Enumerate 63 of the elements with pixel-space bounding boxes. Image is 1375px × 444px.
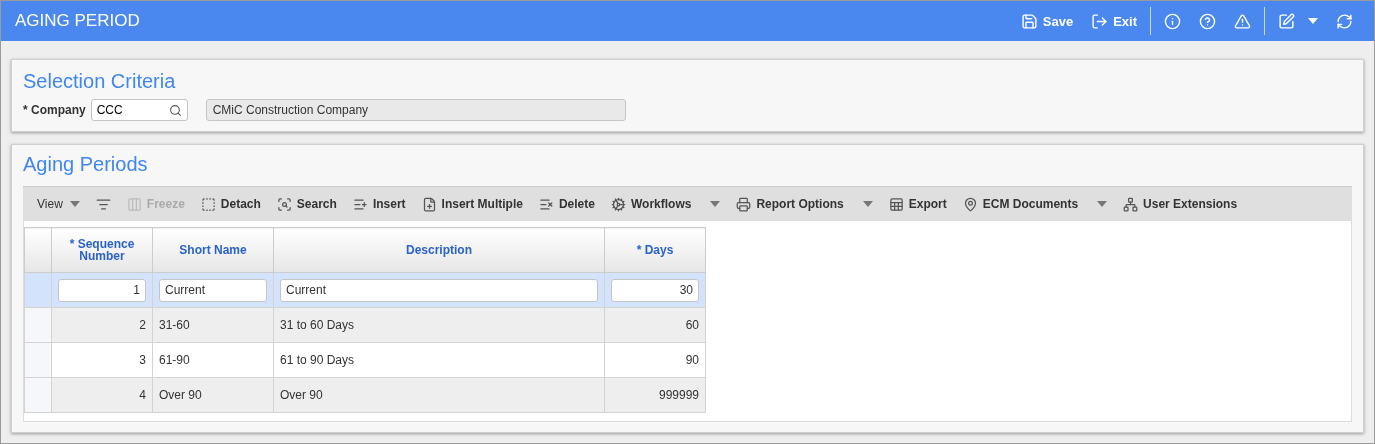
insert-row-icon xyxy=(352,196,368,212)
table-cell: 61-90 xyxy=(152,342,274,378)
cell-input[interactable]: Current xyxy=(159,278,267,302)
table-cell: 4 xyxy=(51,377,153,413)
pin-icon xyxy=(962,196,978,212)
table-cell: Over 90 xyxy=(152,377,274,413)
printer-icon xyxy=(736,196,752,212)
caret-icon xyxy=(710,201,721,207)
caret-icon xyxy=(1097,201,1108,207)
column-header[interactable]: Description xyxy=(273,227,605,273)
info-icon xyxy=(1164,12,1181,30)
delete-row-icon xyxy=(538,196,554,212)
help-icon xyxy=(1199,12,1216,30)
hierarchy-icon xyxy=(1123,196,1139,212)
columns-icon xyxy=(126,196,142,212)
cell-input[interactable]: 1 xyxy=(58,278,146,302)
section-title: Selection Criteria xyxy=(23,70,177,93)
report-button[interactable]: Report Options xyxy=(728,196,881,212)
detach-button[interactable]: Detach xyxy=(192,196,269,212)
extensions-button[interactable]: User Extensions xyxy=(1115,196,1246,212)
table-cell: Over 90 xyxy=(273,377,605,413)
page-title: AGING PERIOD xyxy=(15,11,141,31)
column-header[interactable]: Short Name xyxy=(152,227,274,273)
table-cell: 60 xyxy=(604,307,706,343)
dashed-square-icon xyxy=(200,196,216,212)
header-cell xyxy=(24,227,52,273)
cell-input[interactable]: Current xyxy=(280,278,598,302)
ecm-button[interactable]: ECM Documents xyxy=(954,196,1116,212)
document-plus-icon xyxy=(421,196,437,212)
refresh-icon xyxy=(1336,12,1353,30)
search-button[interactable]: Search xyxy=(268,196,345,212)
insert-button[interactable]: Insert xyxy=(344,196,414,212)
table-cell: 3 xyxy=(51,342,153,378)
insert-multiple-button[interactable]: Insert Multiple xyxy=(413,196,531,212)
save-icon xyxy=(1020,12,1038,30)
search-icon xyxy=(168,103,182,117)
caret-icon xyxy=(1308,18,1318,24)
caret-icon xyxy=(862,201,873,207)
exit-icon xyxy=(1091,12,1109,30)
table-cell: 90 xyxy=(604,342,706,378)
gear-icon xyxy=(610,196,626,212)
column-header[interactable]: * Sequence Number xyxy=(51,227,153,273)
view-button[interactable]: View xyxy=(29,197,88,211)
column-header[interactable]: * Days xyxy=(604,227,706,273)
company-field[interactable]: CCC xyxy=(90,99,188,121)
caret-icon xyxy=(69,201,80,207)
table-cell: 999999 xyxy=(604,377,706,413)
warning-icon xyxy=(1234,12,1251,30)
edit-icon xyxy=(1278,12,1295,30)
table-cell: 2 xyxy=(51,307,153,343)
search-icon xyxy=(276,196,292,212)
delete-button[interactable]: Delete xyxy=(530,196,603,212)
cell-input[interactable]: 30 xyxy=(611,278,699,302)
spreadsheet-icon xyxy=(888,196,904,212)
table-cell: 31 to 60 Days xyxy=(273,307,605,343)
table-cell: 61 to 90 Days xyxy=(273,342,605,378)
workflows-button[interactable]: Workflows xyxy=(602,196,729,212)
table-cell: 31-60 xyxy=(152,307,274,343)
company-name-field: CMiC Construction Company xyxy=(205,99,626,121)
section-title: Aging Periods xyxy=(23,153,149,176)
filter-icon xyxy=(95,196,111,212)
export-button[interactable]: Export xyxy=(880,196,955,212)
field-label: * Company xyxy=(23,103,86,117)
